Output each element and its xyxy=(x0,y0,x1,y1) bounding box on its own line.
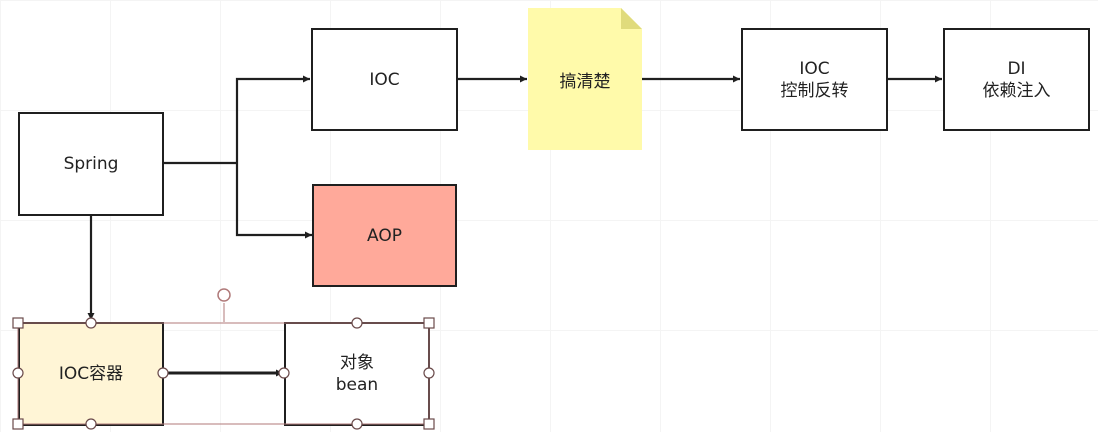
connection-point-container-right[interactable] xyxy=(157,367,169,379)
rotate-handle[interactable] xyxy=(217,288,231,302)
selection-overlay xyxy=(12,288,435,430)
connection-point-bean-bottom[interactable] xyxy=(351,418,363,430)
resize-handle-bottom-right[interactable] xyxy=(423,418,435,430)
connection-point-bean-right[interactable] xyxy=(423,367,435,379)
connection-point-container-bottom[interactable] xyxy=(85,418,97,430)
resize-handle-bottom-left[interactable] xyxy=(12,418,24,430)
resize-handle-top-left[interactable] xyxy=(12,317,24,329)
connection-point-container-top[interactable] xyxy=(85,317,97,329)
connection-point-bean-left[interactable] xyxy=(278,367,290,379)
connection-point-bean-top[interactable] xyxy=(351,317,363,329)
selection-box xyxy=(17,288,430,425)
resize-handle-top-right[interactable] xyxy=(423,317,435,329)
connection-point-container-left[interactable] xyxy=(12,367,24,379)
